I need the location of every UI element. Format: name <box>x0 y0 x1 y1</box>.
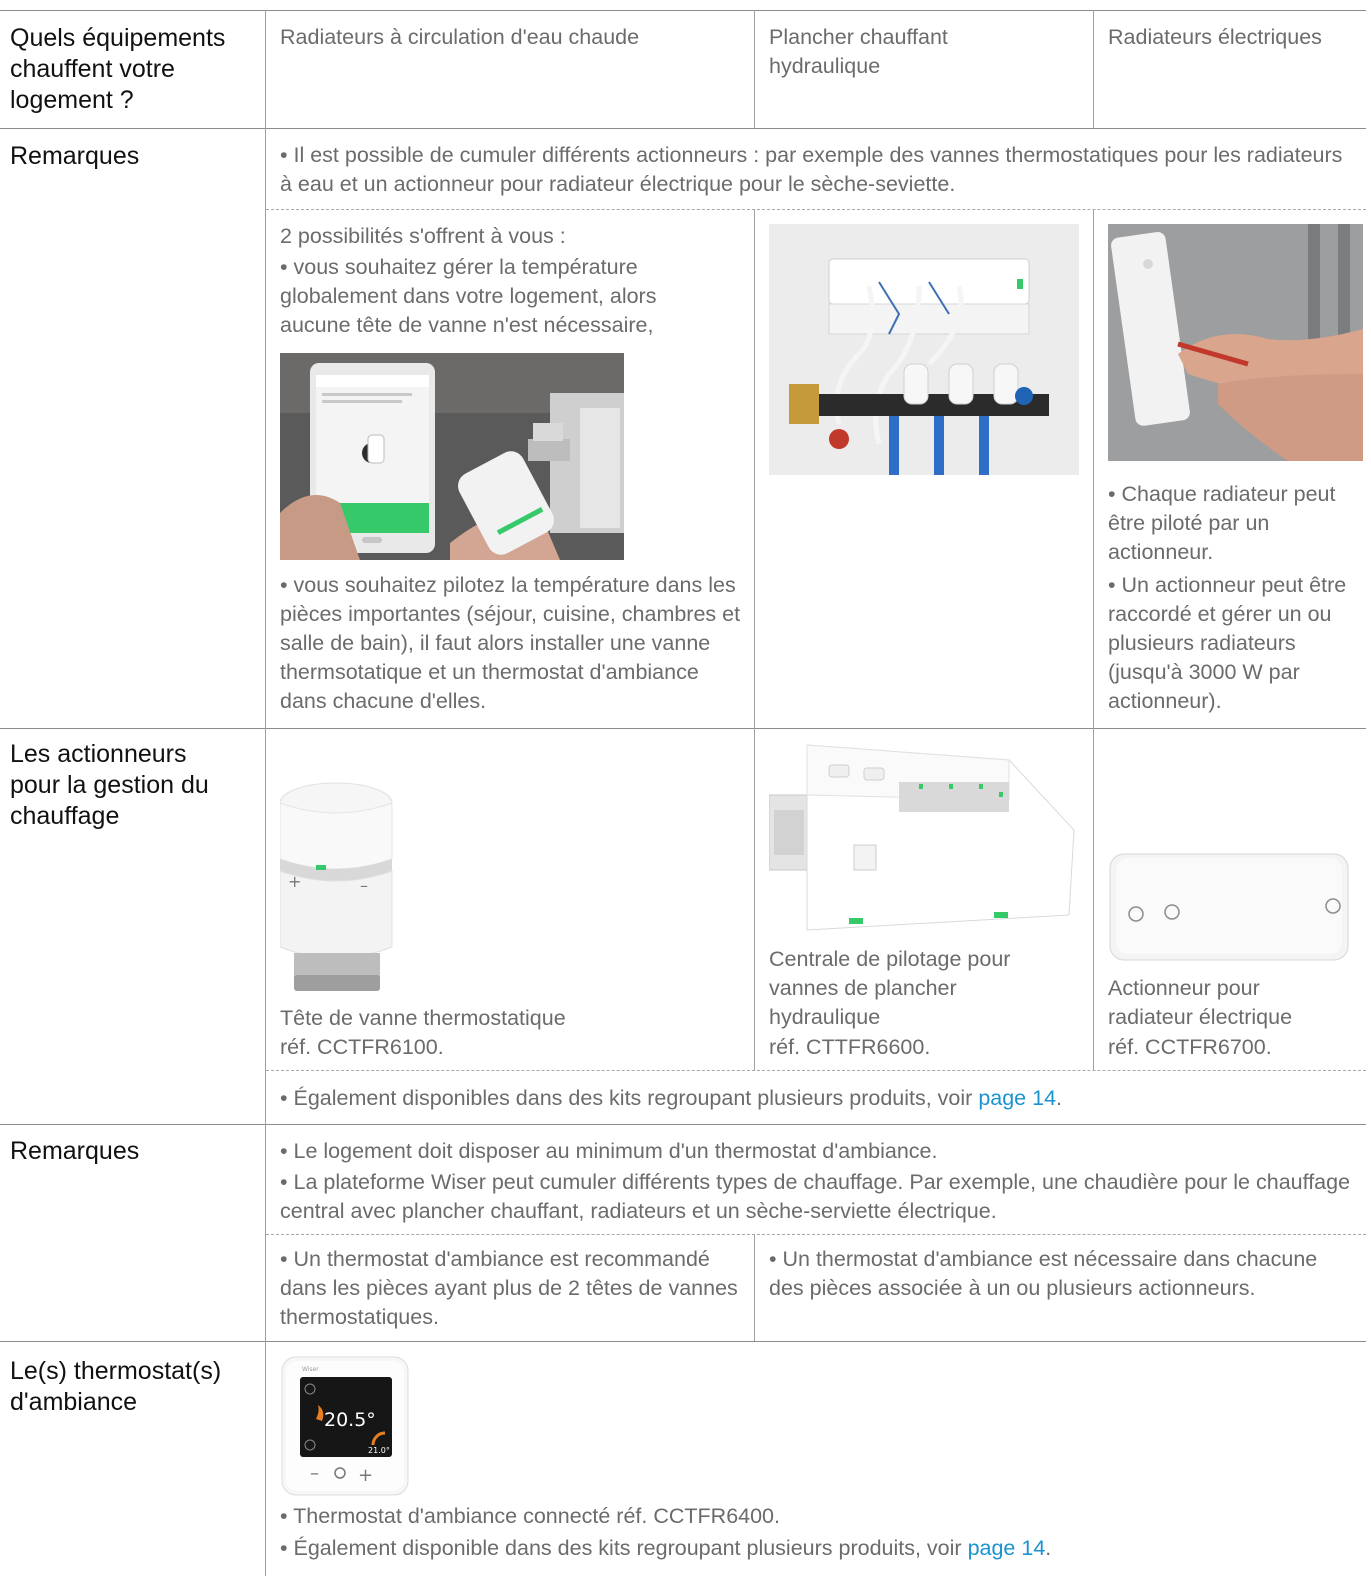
svg-text:+: + <box>288 872 301 891</box>
svg-text:+: + <box>358 1465 373 1486</box>
header-col-electric-radiators: Radiateurs électriques <box>1108 25 1322 49</box>
remarks2-col1: • Un thermostat d'ambiance est recommand… <box>280 1247 738 1329</box>
actuators-kits-end: . <box>1056 1086 1063 1110</box>
remarks1-col3-note1: • Chaque radiateur peut être piloté par … <box>1108 482 1336 564</box>
actuators-col1-ref: réf. CCTFR6100. <box>280 1035 444 1059</box>
thermostat-ref: • Thermostat d'ambiance connecté réf. CC… <box>280 1504 780 1528</box>
col-divider-main <box>265 10 266 1576</box>
remarks2-label: Remarques <box>10 1137 140 1165</box>
header-question: Quels équipements chauffent votre logeme… <box>10 24 226 114</box>
thermostat-kits-link[interactable]: page 14 <box>968 1536 1046 1560</box>
tablet-valve-photo <box>280 353 624 560</box>
thermostat-kits-text: • Également disponible dans des kits reg… <box>280 1536 968 1560</box>
rule-remarks1-bottom <box>0 728 1366 729</box>
col-divider-b-actuators <box>1093 728 1094 1070</box>
rule-remarks2-bottom <box>0 1341 1366 1342</box>
col-divider-b-header <box>1093 10 1094 128</box>
dashed-rule-remarks1 <box>266 209 1366 210</box>
thermostat-display-temp: 20.5° <box>324 1409 376 1431</box>
remarks1-general: • Il est possible de cumuler différents … <box>280 143 1343 196</box>
underfloor-control-unit-image <box>769 740 1079 933</box>
remarks1-col1-intro: 2 possibilités s'offrent à vous : <box>280 224 566 248</box>
col-divider-a-actuators <box>754 728 755 1070</box>
col-divider-a-header <box>754 10 755 128</box>
actuators-col3-caption: Actionneur pour radiateur électrique <box>1108 976 1293 1029</box>
actuators-col3-ref: réf. CCTFR6700. <box>1108 1035 1272 1059</box>
col-divider-b-remarks1 <box>1093 210 1094 728</box>
thermostat-brand-text: Wiser <box>302 1366 319 1373</box>
remarks1-col3-note2: • Un actionneur peut être raccordé et gé… <box>1108 573 1347 713</box>
electric-actuator-install-photo <box>1108 224 1363 461</box>
dashed-rule-kits <box>266 1070 1366 1071</box>
electric-radiator-actuator-image <box>1108 850 1353 965</box>
dashed-rule-remarks2 <box>266 1234 1366 1235</box>
col-divider-a-remarks1 <box>754 210 755 728</box>
room-thermostat-image: 20.5° 21.0° Wiser – + <box>280 1355 410 1500</box>
floor-manifold-photo <box>769 224 1079 475</box>
actuators-label: Les actionneurs pour la gestion du chauf… <box>10 740 209 830</box>
header-col-water-radiators: Radiateurs à circulation d'eau chaude <box>280 25 640 49</box>
actuators-kits-link[interactable]: page 14 <box>978 1086 1056 1110</box>
rule-top <box>0 10 1366 11</box>
thermostat-kits-note: • Également disponible dans des kits reg… <box>280 1534 1355 1563</box>
heating-guide-page: Quels équipements chauffent votre logeme… <box>0 0 1371 1576</box>
remarks1-col1-option2: • vous souhaitez pilotez la température … <box>280 573 741 713</box>
rule-actuators-bottom <box>0 1124 1366 1125</box>
thermostat-kits-end: . <box>1045 1536 1052 1560</box>
actuators-col2-ref: réf. CTTFR6600. <box>769 1035 931 1059</box>
remarks1-col1-option1: • vous souhaitez gérer la température gl… <box>280 255 657 337</box>
remarks1-label: Remarques <box>10 142 140 170</box>
actuators-col2-caption: Centrale de pilotage pour vannes de plan… <box>769 947 1011 1029</box>
remarks2-col23: • Un thermostat d'ambiance est nécessair… <box>769 1247 1318 1300</box>
remarks2-note1: • Le logement doit disposer au minimum d… <box>280 1139 938 1163</box>
col-divider-a-remarks2 <box>754 1235 755 1341</box>
thermostat-display-setpoint: 21.0° <box>368 1446 390 1455</box>
rule-header-bottom <box>0 128 1366 129</box>
svg-text:–: – <box>310 1463 319 1484</box>
header-col-floor-heating: Plancher chauffant hydraulique <box>769 25 948 78</box>
thermostat-label: Le(s) thermostat(s) d'ambiance <box>10 1357 222 1416</box>
thermostatic-valve-head-image: + – <box>280 775 395 997</box>
actuators-kits-note: • Également disponibles dans des kits re… <box>280 1084 1355 1113</box>
svg-text:–: – <box>360 876 368 895</box>
actuators-kits-text: • Également disponibles dans des kits re… <box>280 1086 979 1110</box>
remarks2-note2: • La plateforme Wiser peut cumuler diffé… <box>280 1170 1351 1223</box>
actuators-col1-caption: Tête de vanne thermostatique <box>280 1006 566 1030</box>
